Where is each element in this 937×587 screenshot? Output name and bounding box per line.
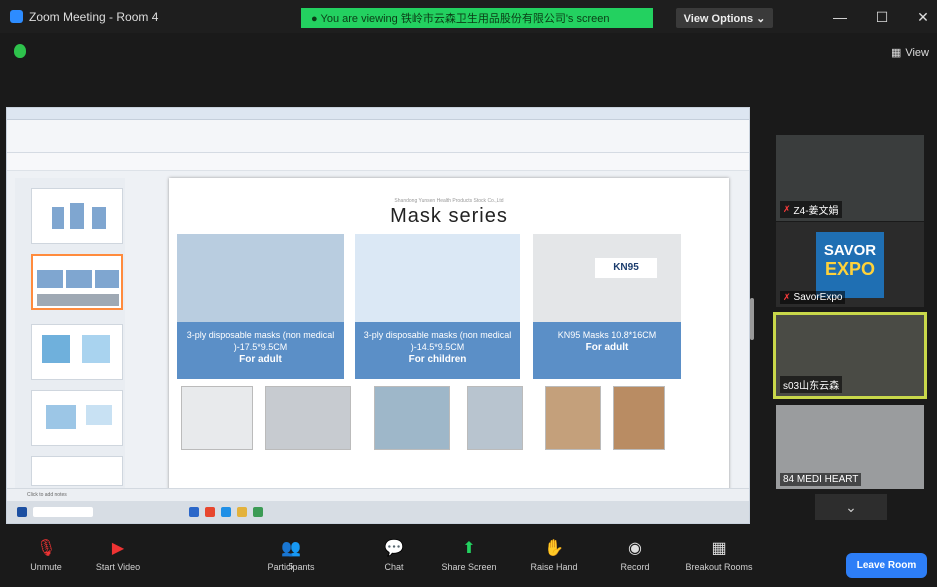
participant-name: Z4-姜文娟 [793, 206, 839, 217]
zoom-logo-icon [10, 10, 23, 23]
participant-name: SavorExpo [793, 292, 843, 303]
mic-muted-icon: ✗ [783, 292, 791, 302]
app-ribbon [7, 120, 749, 153]
participant-tile-active-speaker[interactable]: s03山东云森 [773, 312, 927, 399]
slide-title: Mask series [390, 205, 508, 227]
view-button-label: View [905, 46, 929, 59]
raise-hand-button[interactable]: ✋ Raise Hand [524, 540, 584, 572]
participant-name-tag: ✗ Z4-姜文娟 [780, 201, 842, 218]
record-button[interactable]: ◉ Record [613, 540, 657, 572]
participant-tile[interactable]: ✗ Z4-姜文娟 [776, 135, 924, 221]
breakout-rooms-label: Breakout Rooms [685, 562, 753, 572]
product-photo-kn95-mask [181, 386, 253, 450]
product-photo-kn95-box: KN95 [533, 234, 681, 322]
screen-share-banner: ● You are viewing 铁岭市云森卫生用品股份有限公司's scre… [301, 8, 653, 28]
taskbar-app-icon [205, 507, 215, 517]
shared-screen: Shandong Yunsen Health Products Stock Co… [6, 107, 750, 524]
window-title-text: Zoom Meeting - Room 4 [29, 9, 159, 24]
product-caption-text: KN95 Masks 10.8*16CM [557, 330, 657, 340]
product-caption: 3-ply disposable masks (non medical )-17… [177, 322, 344, 379]
participant-name-tag: 84 MEDI HEART [780, 473, 862, 486]
view-button[interactable]: ▦ View [890, 46, 929, 60]
savor-logo-bottom: EXPO [824, 259, 876, 279]
view-options-button[interactable]: View Options ⌄ [676, 8, 773, 28]
participants-icon: 👥5 [281, 540, 301, 571]
product-caption: 3-ply disposable masks (non medical )-14… [355, 322, 520, 379]
participant-name-tag: s03山东云森 [780, 376, 843, 393]
record-label: Record [620, 562, 650, 572]
product-audience: For adult [239, 354, 282, 365]
app-ribbon-secondary [7, 153, 749, 171]
raise-hand-icon: ✋ [544, 540, 564, 557]
video-off-icon: ▶ [111, 540, 125, 557]
share-screen-label: Share Screen [441, 562, 497, 572]
savorexpo-logo: SAVOR EXPO [816, 232, 884, 298]
chevron-down-icon[interactable]: ⌄ [815, 494, 887, 520]
product-photo-cartons [613, 386, 665, 450]
unmute-button[interactable]: 🎙 Unmute [22, 540, 70, 572]
taskbar-search-icon [33, 507, 93, 517]
mic-muted-icon: ✗ [783, 204, 791, 214]
product-audience: For adult [585, 342, 629, 353]
product-photo-carton [545, 386, 601, 450]
participants-label: Participants [267, 562, 315, 572]
kn95-box-label: KN95 [595, 258, 657, 278]
product-photo-packaged-mask [265, 386, 351, 450]
product-photo-mask-pack [374, 386, 450, 450]
slide-thumbnail [31, 456, 123, 486]
mic-off-icon: 🎙 [36, 540, 57, 557]
participant-name-tag: ✗ SavorExpo [780, 291, 846, 304]
participant-name: 84 MEDI HEART [783, 474, 859, 485]
security-shield-icon[interactable] [14, 44, 26, 58]
product-caption-text: 3-ply disposable masks (non medical )-17… [186, 330, 335, 352]
close-icon[interactable]: ✕ [913, 8, 933, 26]
chat-button[interactable]: 💬 Chat [374, 540, 414, 572]
product-caption-text: 3-ply disposable masks (non medical )-14… [363, 330, 512, 352]
start-video-label: Start Video [95, 562, 141, 572]
app-notes-bar: Click to add notes [7, 488, 749, 501]
participant-tile[interactable]: SAVOR EXPO ✗ SavorExpo [776, 222, 924, 307]
window-title: Zoom Meeting - Room 4 [0, 10, 158, 24]
minimize-icon[interactable]: — [830, 8, 850, 26]
slide-canvas: Shandong Yunsen Health Products Stock Co… [169, 178, 729, 493]
product-photo-factory [177, 234, 344, 322]
raise-hand-label: Raise Hand [530, 562, 578, 572]
leave-room-button[interactable]: Leave Room [846, 553, 927, 578]
start-icon [17, 507, 27, 517]
slide-subtitle: Shandong Yunsen Health Products Stock Co… [394, 198, 504, 204]
slide-thumbnail-panel [15, 178, 125, 518]
panel-divider-handle[interactable] [750, 298, 754, 340]
slide-thumbnail [31, 390, 123, 446]
record-icon: ◉ [628, 540, 642, 557]
slide-thumbnail [31, 324, 123, 380]
taskbar-app-icon [221, 507, 231, 517]
chat-icon: 💬 [384, 540, 404, 557]
breakout-rooms-icon: ▦ [711, 540, 727, 557]
product-caption: KN95 Masks 10.8*16CM For adult [533, 322, 681, 379]
windows-taskbar [7, 501, 749, 523]
maximize-icon[interactable]: ☐ [872, 8, 892, 26]
taskbar-app-icon [189, 507, 199, 517]
slide-thumbnail [31, 188, 123, 244]
start-video-button[interactable]: ▶ Start Video [88, 540, 148, 572]
grid-icon: ▦ [890, 47, 902, 59]
chat-label: Chat [384, 562, 404, 572]
product-photo-children-mask [355, 234, 520, 322]
share-screen-icon: ⬆ [462, 540, 476, 557]
participant-name: s03山东云森 [783, 381, 840, 392]
participant-tile[interactable]: 84 MEDI HEART [776, 405, 924, 489]
app-tab-bar [7, 108, 749, 120]
slide-thumbnail-selected [31, 254, 123, 310]
taskbar-app-icon [237, 507, 247, 517]
unmute-label: Unmute [30, 562, 62, 572]
breakout-rooms-button[interactable]: ▦ Breakout Rooms [678, 540, 760, 572]
share-screen-button[interactable]: ⬆ Share Screen [436, 540, 502, 572]
savor-logo-top: SAVOR [823, 242, 877, 259]
product-audience: For children [408, 354, 467, 365]
participants-button[interactable]: 👥5 Participants [258, 540, 324, 572]
product-photo-mask-boxes [467, 386, 523, 450]
taskbar-app-icon [253, 507, 263, 517]
